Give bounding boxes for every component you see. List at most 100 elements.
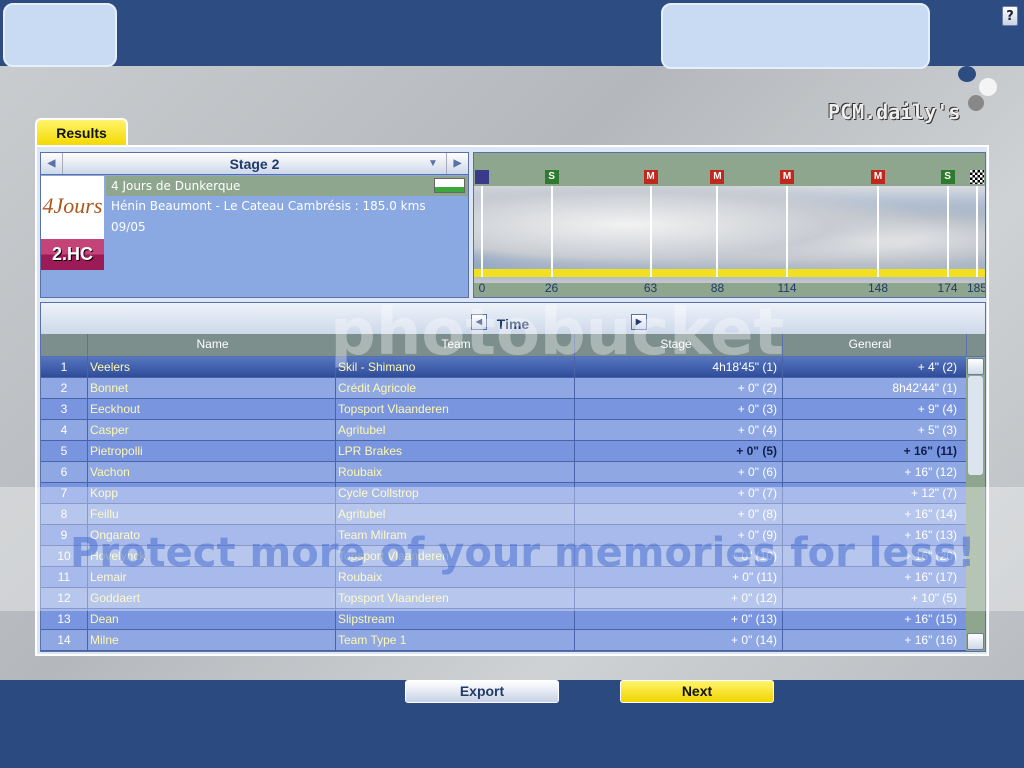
help-button[interactable]: ?: [1002, 6, 1018, 26]
cell-name: Bonnet: [88, 378, 336, 398]
stage-info: ◀ Stage 2 ▼ ▶ 4Jours 2.HC 4 Jours de Dun…: [40, 152, 469, 298]
cell-general: + 16" (17): [783, 567, 967, 587]
finish-marker-icon: [970, 170, 984, 184]
stage-dropdown-icon[interactable]: ▼: [422, 153, 444, 174]
column-headers: Name Team Stage General: [41, 334, 985, 357]
cell-general: + 16" (20): [783, 546, 967, 566]
table-row[interactable]: 12 Goddaert Topsport Vlaanderen + 0" (12) + …: [41, 588, 985, 609]
cell-name: Hovelynck: [88, 546, 336, 566]
cell-general: + 4" (2): [783, 357, 967, 377]
cell-stage: + 0" (10): [575, 546, 783, 566]
mountain-marker-icon: M: [710, 170, 725, 184]
cell-name: Pietropolli: [88, 441, 336, 461]
cell-team: Slipstream: [336, 609, 575, 629]
cell-name: Lemair: [88, 567, 336, 587]
cell-stage: + 0" (5): [575, 441, 783, 461]
cell-general: + 9" (4): [783, 399, 967, 419]
cell-rank: 5: [41, 441, 88, 461]
cell-name: Feillu: [88, 504, 336, 524]
km-label: 26: [544, 281, 559, 295]
scroll-thumb[interactable]: [968, 376, 983, 475]
column-header-rank: [41, 334, 88, 356]
pcm-daily-logo: PCM.daily's: [828, 100, 961, 124]
cell-stage: + 0" (3): [575, 399, 783, 419]
scroll-down-button[interactable]: [967, 633, 984, 650]
export-button[interactable]: Export: [405, 680, 559, 703]
column-header-general[interactable]: General: [783, 334, 967, 356]
cell-team: LPR Brakes: [336, 441, 575, 461]
cell-general: + 16" (11): [783, 441, 967, 461]
sprint-marker-icon: S: [544, 170, 559, 184]
cell-team: Agritubel: [336, 504, 575, 524]
km-line: [786, 186, 789, 277]
cell-rank: 8: [41, 504, 88, 524]
cell-team: Team Milram: [336, 525, 575, 545]
sprint-marker-icon: S: [940, 170, 955, 184]
cell-rank: 3: [41, 399, 88, 419]
top-right-box: [661, 3, 930, 69]
next-mode-button[interactable]: ▶: [631, 314, 647, 330]
race-logo: 4Jours: [41, 176, 104, 239]
cell-stage: 4h18'45" (1): [575, 357, 783, 377]
cell-name: Vachon: [88, 462, 336, 482]
table-row[interactable]: 9 Ongarato Team Milram + 0" (9) + 16" (13): [41, 525, 985, 546]
next-stage-arrow-icon[interactable]: ▶: [446, 153, 468, 174]
flag-icon: [434, 178, 465, 193]
mode-selector: ◀ Time ▶: [41, 303, 985, 334]
race-name: 4 Jours de Dunkerque: [111, 179, 241, 193]
column-header-name[interactable]: Name: [88, 334, 336, 356]
table-row[interactable]: 13 Dean Slipstream + 0" (13) + 16" (15): [41, 609, 985, 630]
table-row[interactable]: 1 Veelers Skil - Shimano 4h18'45" (1) + 4" (…: [41, 357, 985, 378]
prev-stage-arrow-icon[interactable]: ◀: [41, 153, 63, 174]
table-row[interactable]: 4 Casper Agritubel + 0" (4) + 5" (3): [41, 420, 985, 441]
cell-team: Crédit Agricole: [336, 378, 575, 398]
scroll-up-button[interactable]: [967, 358, 984, 375]
tab-results[interactable]: Results: [35, 118, 128, 146]
cell-general: + 5" (3): [783, 420, 967, 440]
cell-general: + 16" (15): [783, 609, 967, 629]
table-body: 1 Veelers Skil - Shimano 4h18'45" (1) + 4" (…: [41, 357, 985, 651]
column-header-stage[interactable]: Stage: [575, 334, 783, 356]
km-label: 148: [867, 281, 889, 295]
km-line: [649, 186, 652, 277]
cell-stage: + 0" (13): [575, 609, 783, 629]
stage-selector[interactable]: ◀ Stage 2 ▼ ▶: [41, 153, 468, 175]
table-row[interactable]: 5 Pietropolli LPR Brakes + 0" (5) + 16" (11): [41, 441, 985, 462]
table-row[interactable]: 11 Lemair Roubaix + 0" (11) + 16" (17): [41, 567, 985, 588]
cell-rank: 4: [41, 420, 88, 440]
top-left-box: [3, 3, 117, 67]
prev-mode-button[interactable]: ◀: [471, 314, 487, 330]
km-line: [976, 186, 978, 277]
next-button[interactable]: Next: [620, 680, 774, 703]
table-row[interactable]: 7 Kopp Cycle Collstrop + 0" (7) + 12" (7): [41, 483, 985, 504]
table-row[interactable]: 2 Bonnet Crédit Agricole + 0" (2) 8h42'44" (…: [41, 378, 985, 399]
decor-dot: [958, 66, 976, 82]
table-row[interactable]: 6 Vachon Roubaix + 0" (6) + 16" (12): [41, 462, 985, 483]
scrollbar[interactable]: [966, 357, 985, 651]
km-line: [716, 186, 719, 277]
table-row[interactable]: 10 Hovelynck Topsport Vlaanderen + 0" (10) +…: [41, 546, 985, 567]
cell-stage: + 0" (8): [575, 504, 783, 524]
cell-rank: 10: [41, 546, 88, 566]
cell-team: Topsport Vlaanderen: [336, 546, 575, 566]
start-marker-icon: [475, 170, 489, 184]
cell-name: Eeckhout: [88, 399, 336, 419]
decor-dot: [968, 95, 984, 111]
table-row[interactable]: 3 Eeckhout Topsport Vlaanderen + 0" (3) + 9"…: [41, 399, 985, 420]
column-header-team[interactable]: Team: [336, 334, 575, 356]
cell-stage: + 0" (4): [575, 420, 783, 440]
km-line: [877, 186, 879, 277]
race-name-bar: 4 Jours de Dunkerque: [106, 176, 468, 196]
cell-name: Dean: [88, 609, 336, 629]
cell-team: Team Type 1: [336, 630, 575, 650]
cell-stage: + 0" (7): [575, 483, 783, 503]
table-row[interactable]: 14 Milne Team Type 1 + 0" (14) + 16" (16): [41, 630, 985, 651]
cell-team: Roubaix: [336, 567, 575, 587]
stage-date: 09/05: [111, 220, 146, 234]
results-table: ◀ Time ▶ Name Team Stage General 1 Veeler…: [40, 302, 986, 652]
cell-team: Topsport Vlaanderen: [336, 399, 575, 419]
table-row[interactable]: 8 Feillu Agritubel + 0" (8) + 16" (14): [41, 504, 985, 525]
cell-name: Goddaert: [88, 588, 336, 608]
cell-stage: + 0" (9): [575, 525, 783, 545]
cell-team: Agritubel: [336, 420, 575, 440]
